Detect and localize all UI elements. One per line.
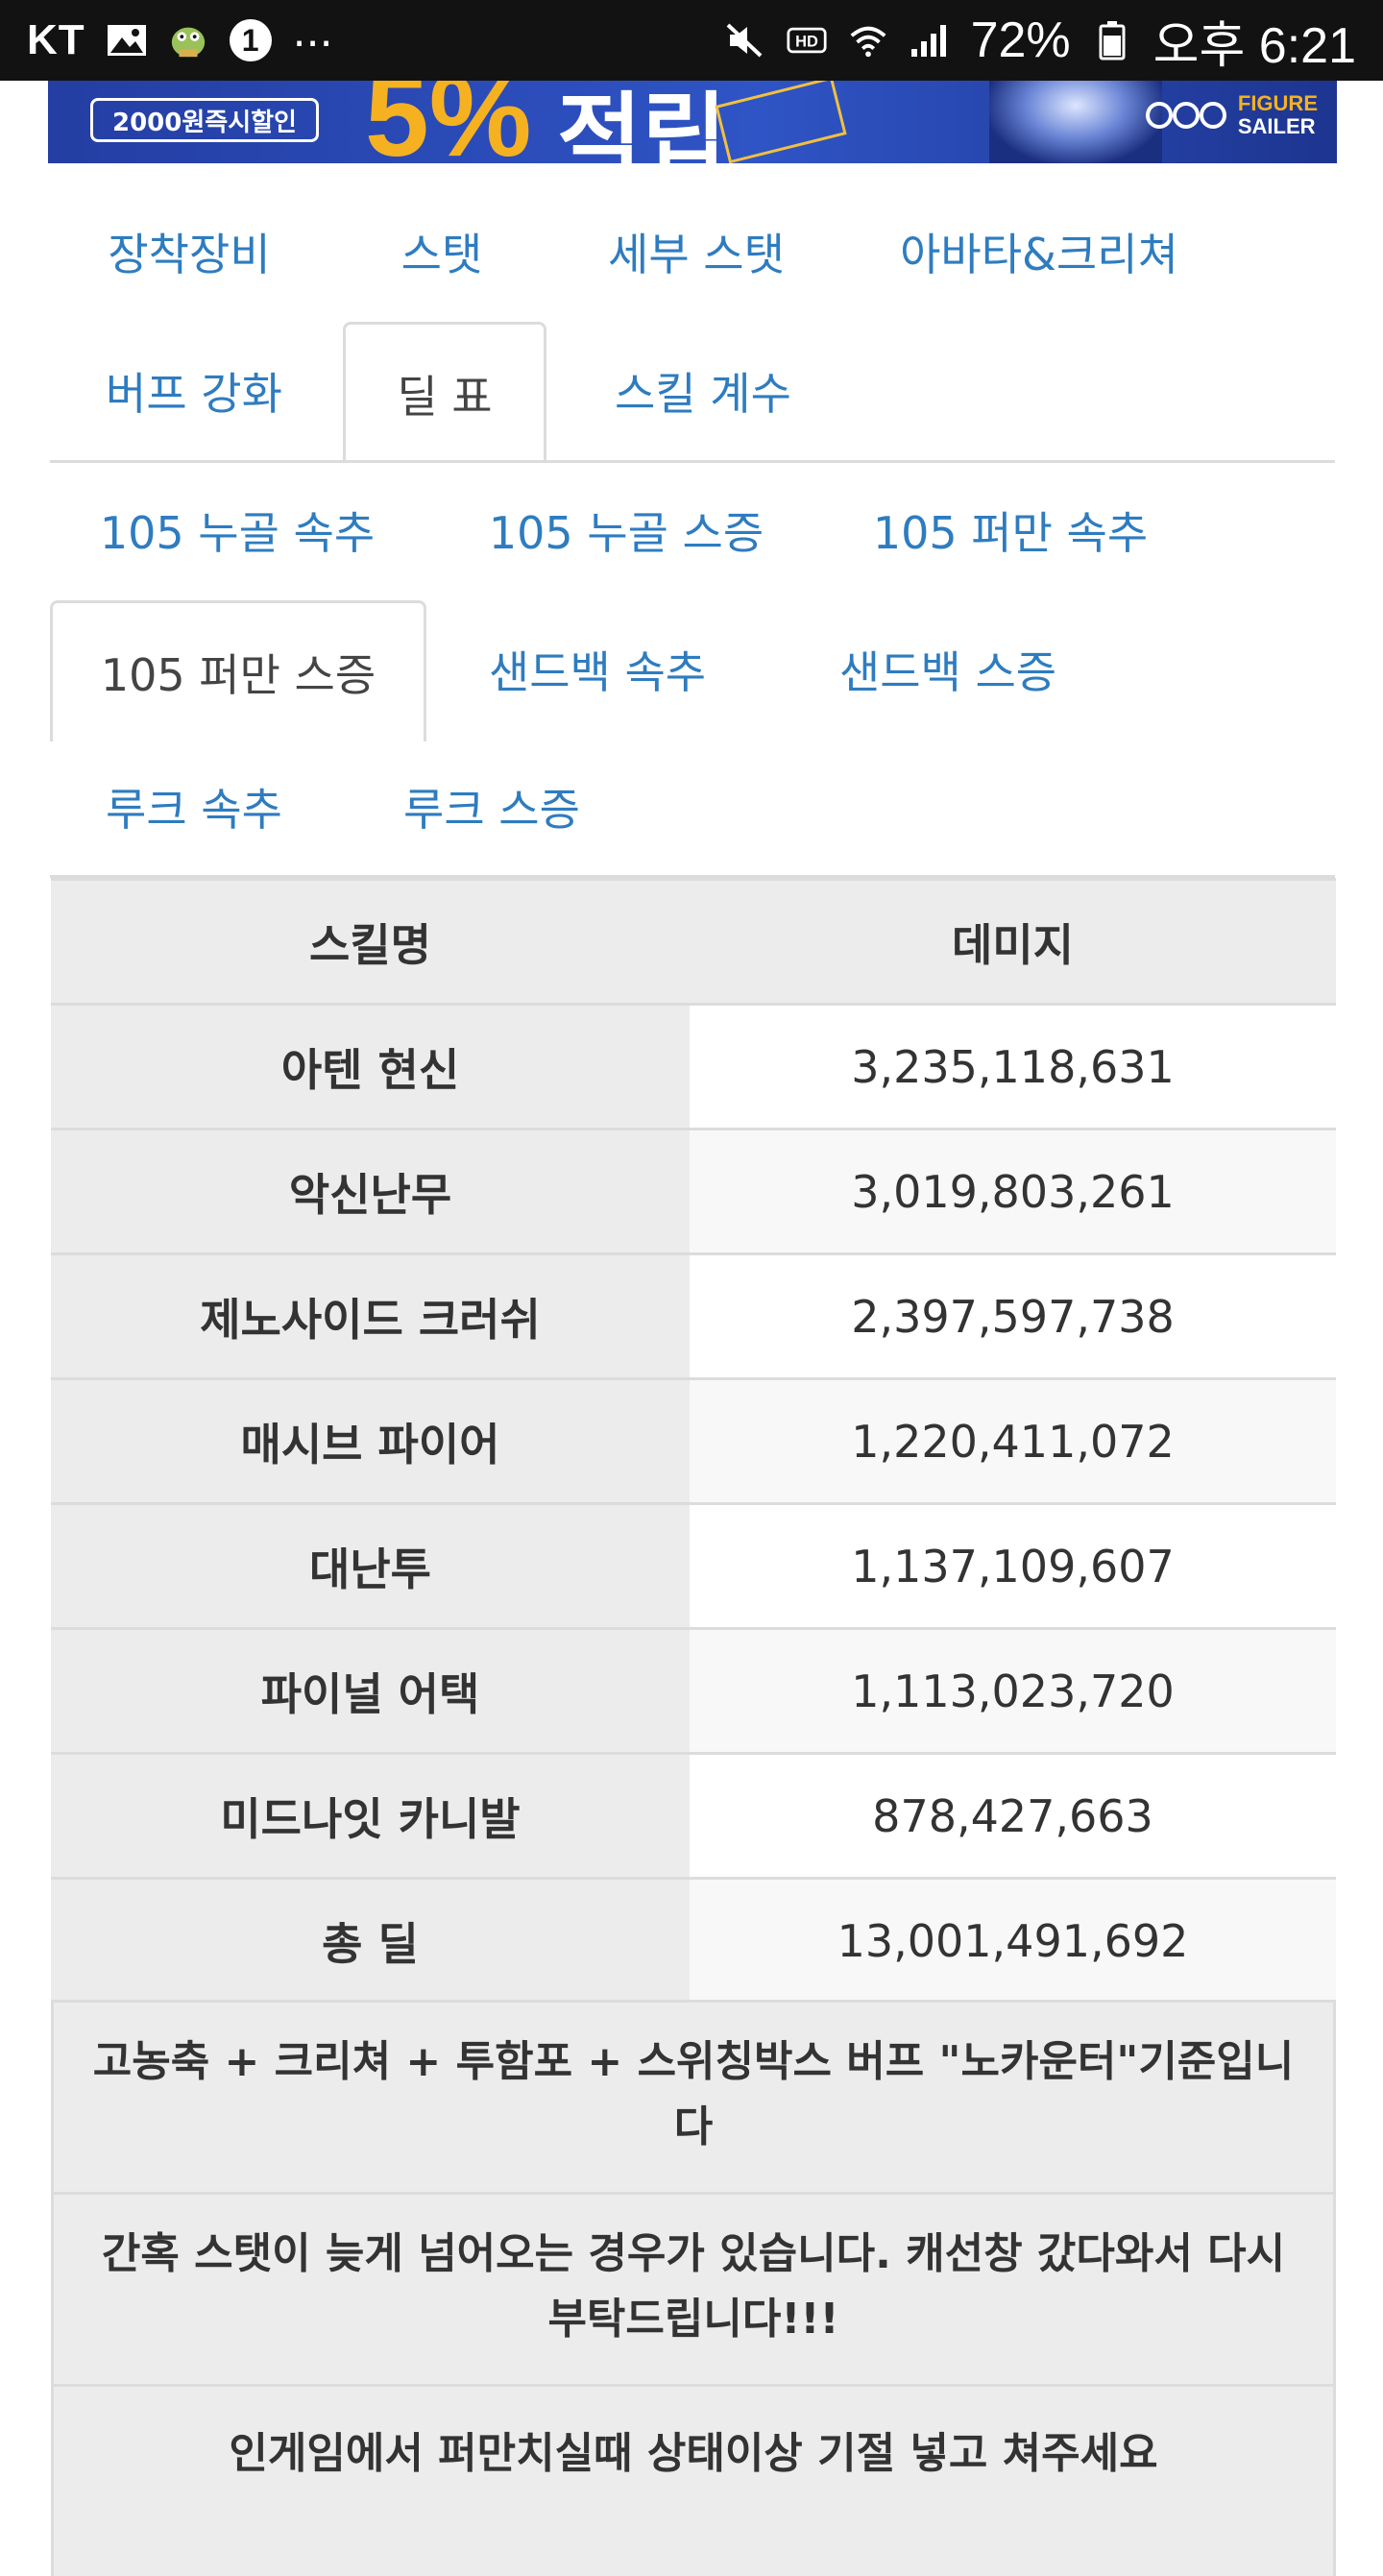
tab-detail-stats[interactable]: 세부 스탯 xyxy=(557,182,836,321)
tab-rook-skill[interactable]: 루크 스증 xyxy=(348,738,636,876)
main-tabs-row-2: 버프 강화 딜 표 스킬 계수 xyxy=(50,322,1335,463)
table-row-total: 총 딜 13,001,491,692 xyxy=(51,1877,1336,2004)
tab-105-nugol-skill[interactable]: 105 누골 스증 xyxy=(434,461,818,599)
tab-avatar-creature[interactable]: 아바타&크리쳐 xyxy=(857,182,1222,321)
sub-tabs-row-3: 루크 속추 루크 스증 xyxy=(50,738,1335,876)
note-buff-basis: 고농축 + 크리쳐 + 투함포 + 스위칭박스 버프 "노카운터"기준입니다 xyxy=(51,2000,1336,2192)
header-skill-name: 스킬명 xyxy=(51,878,690,1005)
damage-cell: 1,137,109,607 xyxy=(690,1502,1336,1629)
hd-icon: HD xyxy=(787,24,827,57)
ad-banner[interactable]: 2000원즉시할인 5% 적립 FIGURE SAILER xyxy=(48,81,1337,163)
damage-cell: 2,397,597,738 xyxy=(690,1252,1336,1379)
skill-name-cell: 대난투 xyxy=(51,1502,690,1629)
skill-name-cell: 미드나잇 카니발 xyxy=(51,1752,690,1879)
tab-buff-enhance[interactable]: 버프 강화 xyxy=(50,322,338,460)
battery-percent: 72% xyxy=(970,12,1071,68)
tab-sandbag-speed[interactable]: 샌드백 속추 xyxy=(434,600,761,739)
svg-text:HD: HD xyxy=(795,33,818,50)
note-stat-delay: 간혹 스탯이 늦게 넘어오는 경우가 있습니다. 캐선창 갔다와서 다시 부탁드… xyxy=(51,2192,1336,2384)
tab-damage-table[interactable]: 딜 표 xyxy=(343,322,546,463)
banner-reward-text: 적립 xyxy=(557,83,727,163)
banner-percent-text: 5% xyxy=(365,81,532,163)
more-notifications: ... xyxy=(292,8,333,57)
table-row: 미드나잇 카니발 878,427,663 xyxy=(51,1752,1336,1879)
tab-105-nugol-speed[interactable]: 105 누골 속추 xyxy=(50,461,425,599)
note-perman-stun: 인게임에서 퍼만치실때 상태이상 기절 넣고 쳐주세요 xyxy=(51,2384,1336,2576)
table-row: 파이널 어택 1,113,023,720 xyxy=(51,1627,1336,1754)
image-icon xyxy=(107,24,147,57)
banner-logo-line1: FIGURE xyxy=(1237,91,1318,115)
banner-logo-line2: SAILER xyxy=(1237,114,1316,138)
banner-discount-pill: 2000원즉시할인 xyxy=(90,98,319,142)
clock: 오후 6:21 xyxy=(1152,17,1356,74)
damage-cell: 3,019,803,261 xyxy=(690,1128,1336,1254)
banner-logo: FIGURE SAILER xyxy=(1144,92,1318,138)
signal-icon xyxy=(910,24,950,57)
damage-table: 스킬명 데미지 아텐 현신 3,235,118,631 악신난무 3,019,803… xyxy=(51,878,1336,2004)
skill-name-cell: 파이널 어택 xyxy=(51,1627,690,1754)
damage-cell: 1,113,023,720 xyxy=(690,1627,1336,1754)
tab-skill-coefficient[interactable]: 스킬 계수 xyxy=(559,322,847,460)
notes-section: 고농축 + 크리쳐 + 투함포 + 스위칭박스 버프 "노카운터"기준입니다 간… xyxy=(51,2000,1336,2576)
main-tabs-row-1: 장착장비 스탯 세부 스탯 아바타&크리쳐 xyxy=(50,182,1335,321)
damage-cell: 3,235,118,631 xyxy=(690,1003,1336,1130)
table-row: 제노사이드 크러쉬 2,397,597,738 xyxy=(51,1252,1336,1379)
table-row: 매시브 파이어 1,220,411,072 xyxy=(51,1377,1336,1504)
sub-tabs-row-1: 105 누골 속추 105 누골 스증 105 퍼만 속추 xyxy=(50,461,1335,599)
app-notification-icon xyxy=(168,24,208,58)
carrier-label: KT xyxy=(27,16,85,63)
damage-cell: 1,220,411,072 xyxy=(690,1377,1336,1504)
banner-ticket-icon xyxy=(715,81,847,163)
skill-name-cell: 악신난무 xyxy=(51,1128,690,1254)
banner-figure-image xyxy=(989,81,1162,163)
table-row: 악신난무 3,019,803,261 xyxy=(51,1128,1336,1254)
total-label-cell: 총 딜 xyxy=(51,1877,690,2004)
notification-count-badge: 1 xyxy=(229,19,272,61)
tab-stats[interactable]: 스탯 xyxy=(346,182,538,321)
tab-rook-speed[interactable]: 루크 속추 xyxy=(50,738,338,876)
skill-name-cell: 매시브 파이어 xyxy=(51,1377,690,1504)
mute-icon xyxy=(725,23,765,58)
table-header-row: 스킬명 데미지 xyxy=(51,878,1336,1005)
table-row: 대난투 1,137,109,607 xyxy=(51,1502,1336,1629)
total-damage-cell: 13,001,491,692 xyxy=(690,1877,1336,2004)
battery-icon xyxy=(1092,21,1132,61)
tab-105-perman-skill[interactable]: 105 퍼만 스증 xyxy=(50,600,426,741)
tab-sandbag-skill[interactable]: 샌드백 스증 xyxy=(770,600,1126,739)
status-bar: KT 1 ... HD 72% 오후 6:21 xyxy=(0,0,1383,81)
skill-name-cell: 아텐 현신 xyxy=(51,1003,690,1130)
table-row: 아텐 현신 3,235,118,631 xyxy=(51,1003,1336,1130)
banner-logo-icon xyxy=(1145,102,1226,129)
wifi-icon xyxy=(848,24,888,58)
tab-105-perman-speed[interactable]: 105 퍼만 속추 xyxy=(818,461,1202,599)
damage-cell: 878,427,663 xyxy=(690,1752,1336,1879)
sub-tabs-row-2: 105 퍼만 스증 샌드백 속추 샌드백 스증 xyxy=(50,600,1335,741)
skill-name-cell: 제노사이드 크러쉬 xyxy=(51,1252,690,1379)
tab-equipment[interactable]: 장착장비 xyxy=(50,182,328,321)
header-damage: 데미지 xyxy=(690,878,1336,1005)
